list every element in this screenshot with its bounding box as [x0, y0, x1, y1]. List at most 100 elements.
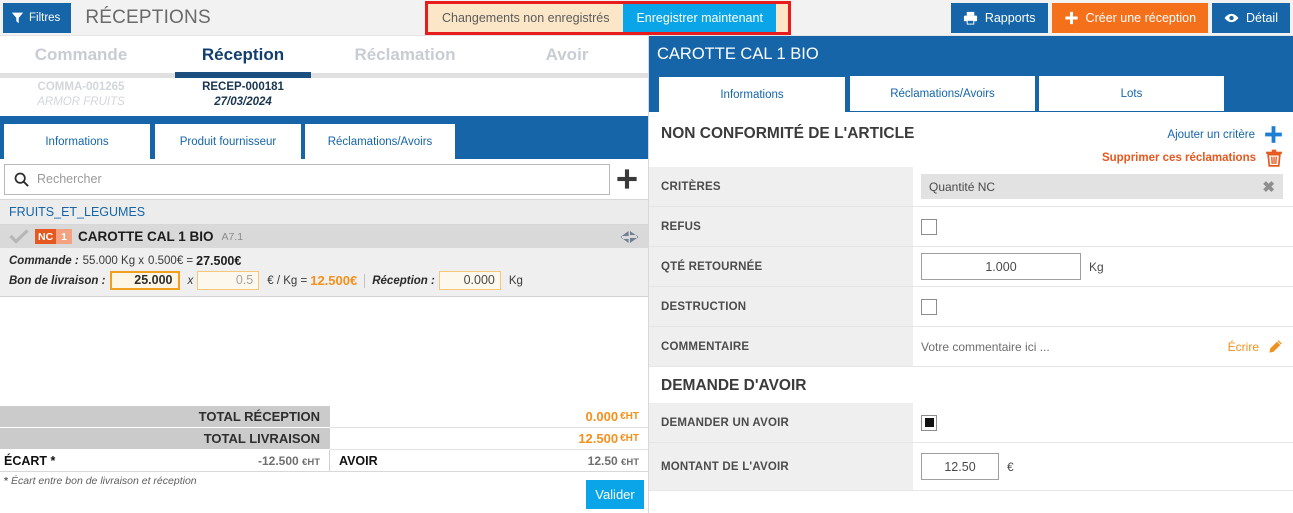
demander-avoir-field [913, 403, 1293, 442]
commande-number: COMMA-001265 [37, 81, 125, 93]
montant-avoir-input[interactable]: 12.50 [921, 453, 999, 480]
reception-qty-input[interactable]: 0.000 [438, 271, 501, 290]
trash-icon [1266, 149, 1282, 167]
body-split: Commande Réception Réclamation Avoir COM… [0, 36, 1293, 513]
demander-avoir-checkbox[interactable] [921, 414, 937, 431]
montant-avoir-unit: € [1007, 459, 1014, 474]
qte-retournee-row: QTÉ RETOURNÉE 1.000 Kg [649, 247, 1293, 287]
plus-icon [1265, 126, 1282, 143]
search-row [0, 159, 648, 199]
bl-times: x [187, 274, 194, 287]
commande-line-qty: 55.000 Kg x [82, 255, 145, 267]
eye-icon [1224, 13, 1239, 23]
destruction-label: DESTRUCTION [649, 287, 913, 326]
product-row[interactable]: NC 1 CAROTTE CAL 1 BIO A7.1 [0, 225, 648, 248]
add-criteria-label: Ajouter un critère [1167, 128, 1255, 141]
left-panel: Commande Réception Réclamation Avoir COM… [0, 36, 648, 513]
commentaire-label: COMMENTAIRE [649, 327, 913, 366]
reception-unit: Kg [508, 274, 523, 287]
bon-livraison-line: Bon de livraison : 25.000 x 0.5 € / Kg =… [9, 271, 639, 290]
criteres-select[interactable]: Quantité NC ✖ [921, 174, 1283, 199]
ecart-currency: €HT [302, 456, 320, 468]
tab-commande[interactable]: Commande [0, 36, 162, 73]
add-product-button[interactable] [610, 168, 644, 190]
main-tabs-subinfo: COMMA-001265 ARMOR FRUITS RECEP-000181 2… [0, 78, 648, 116]
right-panel-header: CAROTTE CAL 1 BIO Informations Réclamati… [649, 36, 1293, 112]
commande-line-price: 0.500€ = [148, 255, 194, 267]
criteres-row: CRITÈRES Quantité NC ✖ [649, 167, 1293, 207]
avoir-label: AVOIR [339, 453, 378, 468]
funnel-icon [11, 12, 24, 24]
total-livraison-row: TOTAL LIVRAISON 12.500 €HT [0, 428, 648, 450]
criteres-value: Quantité NC [929, 179, 996, 194]
rtab-reclamations-avoirs[interactable]: Réclamations/Avoirs [849, 75, 1036, 111]
category-header: FRUITS_ET_LEGUMES [0, 199, 648, 225]
subtab-informations[interactable]: Informations [2, 122, 152, 159]
nc-badge: NC 1 [35, 229, 73, 244]
total-reception-value-cell: 0.000 €HT [330, 406, 648, 428]
swap-arrows-icon[interactable] [619, 230, 639, 244]
main-tabs: Commande Réception Réclamation Avoir [0, 36, 648, 78]
delete-claims-button[interactable]: Supprimer ces réclamations [1102, 149, 1283, 167]
non-conformity-section-header: NON CONFORMITÉ DE L'ARTICLE Ajouter un c… [649, 112, 1293, 167]
total-livraison-currency: €HT [620, 433, 639, 444]
non-conformity-title: NON CONFORMITÉ DE L'ARTICLE [661, 125, 915, 142]
top-bar: Filtres RÉCEPTIONS Changements non enreg… [0, 0, 1293, 36]
write-comment-button[interactable]: Écrire [1228, 339, 1283, 355]
pencil-icon [1269, 339, 1282, 353]
bl-label: Bon de livraison : [9, 274, 106, 287]
rtab-lots[interactable]: Lots [1038, 75, 1225, 111]
write-comment-label: Écrire [1227, 339, 1259, 354]
non-conformity-actions: Ajouter un critère Supprimer ces réclama… [1102, 125, 1283, 167]
bl-total: 12.500€ [310, 273, 358, 288]
rtab-informations[interactable]: Informations [657, 75, 847, 112]
reports-label: Rapports [984, 11, 1036, 25]
avoir-cell: AVOIR 12.50 €HT [330, 450, 648, 471]
criteres-field: Quantité NC ✖ [913, 167, 1293, 206]
tab-reception[interactable]: Réception [162, 36, 324, 78]
search-box[interactable] [4, 163, 610, 195]
reports-button[interactable]: Rapports [950, 3, 1048, 33]
reception-label: Réception : [372, 274, 435, 287]
qte-retournee-input[interactable]: 1.000 [921, 253, 1081, 280]
tab-avoir[interactable]: Avoir [486, 36, 648, 73]
page-title: RÉCEPTIONS [85, 6, 211, 28]
save-now-button[interactable]: Enregistrer maintenant [623, 4, 776, 32]
reception-date: 27/03/2024 [214, 96, 272, 108]
top-actions: Rapports Créer une réception Détail [950, 3, 1290, 33]
search-input[interactable] [37, 172, 600, 186]
filters-button[interactable]: Filtres [3, 2, 72, 33]
destruction-row: DESTRUCTION [649, 287, 1293, 327]
detail-button[interactable]: Détail [1212, 3, 1290, 33]
bl-qty-input[interactable]: 25.000 [109, 271, 180, 290]
tab-reclamation[interactable]: Réclamation [324, 36, 486, 73]
subtab-produit-fournisseur[interactable]: Produit fournisseur [154, 123, 302, 159]
tab-commande-info: COMMA-001265 ARMOR FRUITS [0, 78, 162, 116]
product-detail-lines: Commande : 55.000 Kg x 0.500€ = 27.500€ … [0, 248, 648, 297]
list-empty-space [0, 297, 648, 406]
demander-avoir-row: DEMANDER UN AVOIR [649, 403, 1293, 443]
destruction-checkbox[interactable] [921, 298, 937, 315]
montant-avoir-row: MONTANT DE L'AVOIR 12.50 € [649, 443, 1293, 491]
nc-badge-count: 1 [56, 229, 73, 244]
close-icon[interactable]: ✖ [1262, 178, 1275, 196]
add-criteria-button[interactable]: Ajouter un critère [1167, 125, 1283, 144]
subtab-reclamations-avoirs[interactable]: Réclamations/Avoirs [304, 123, 456, 159]
printer-icon [963, 11, 977, 25]
app-root: Filtres RÉCEPTIONS Changements non enreg… [0, 0, 1293, 513]
bl-price-input[interactable]: 0.5 [197, 271, 260, 290]
plus-icon [1064, 11, 1078, 25]
create-reception-button[interactable]: Créer une réception [1051, 3, 1209, 33]
nc-badge-tag: NC [35, 229, 57, 244]
refus-checkbox[interactable] [921, 218, 937, 235]
check-icon [9, 229, 29, 244]
unsaved-changes-banner: Changements non enregistrés Enregistrer … [425, 1, 791, 35]
tab-commande-label: Commande [34, 44, 128, 64]
total-livraison-label: TOTAL LIVRAISON [0, 428, 330, 450]
avoir-currency: €HT [621, 456, 639, 468]
tab-avoir-label: Avoir [545, 44, 589, 64]
commande-line: Commande : 55.000 Kg x 0.500€ = 27.500€ [9, 254, 639, 268]
commande-line-label: Commande : [9, 255, 79, 267]
validate-button[interactable]: Valider [586, 480, 644, 509]
right-panel-tabs: Informations Réclamations/Avoirs Lots [657, 75, 1293, 112]
